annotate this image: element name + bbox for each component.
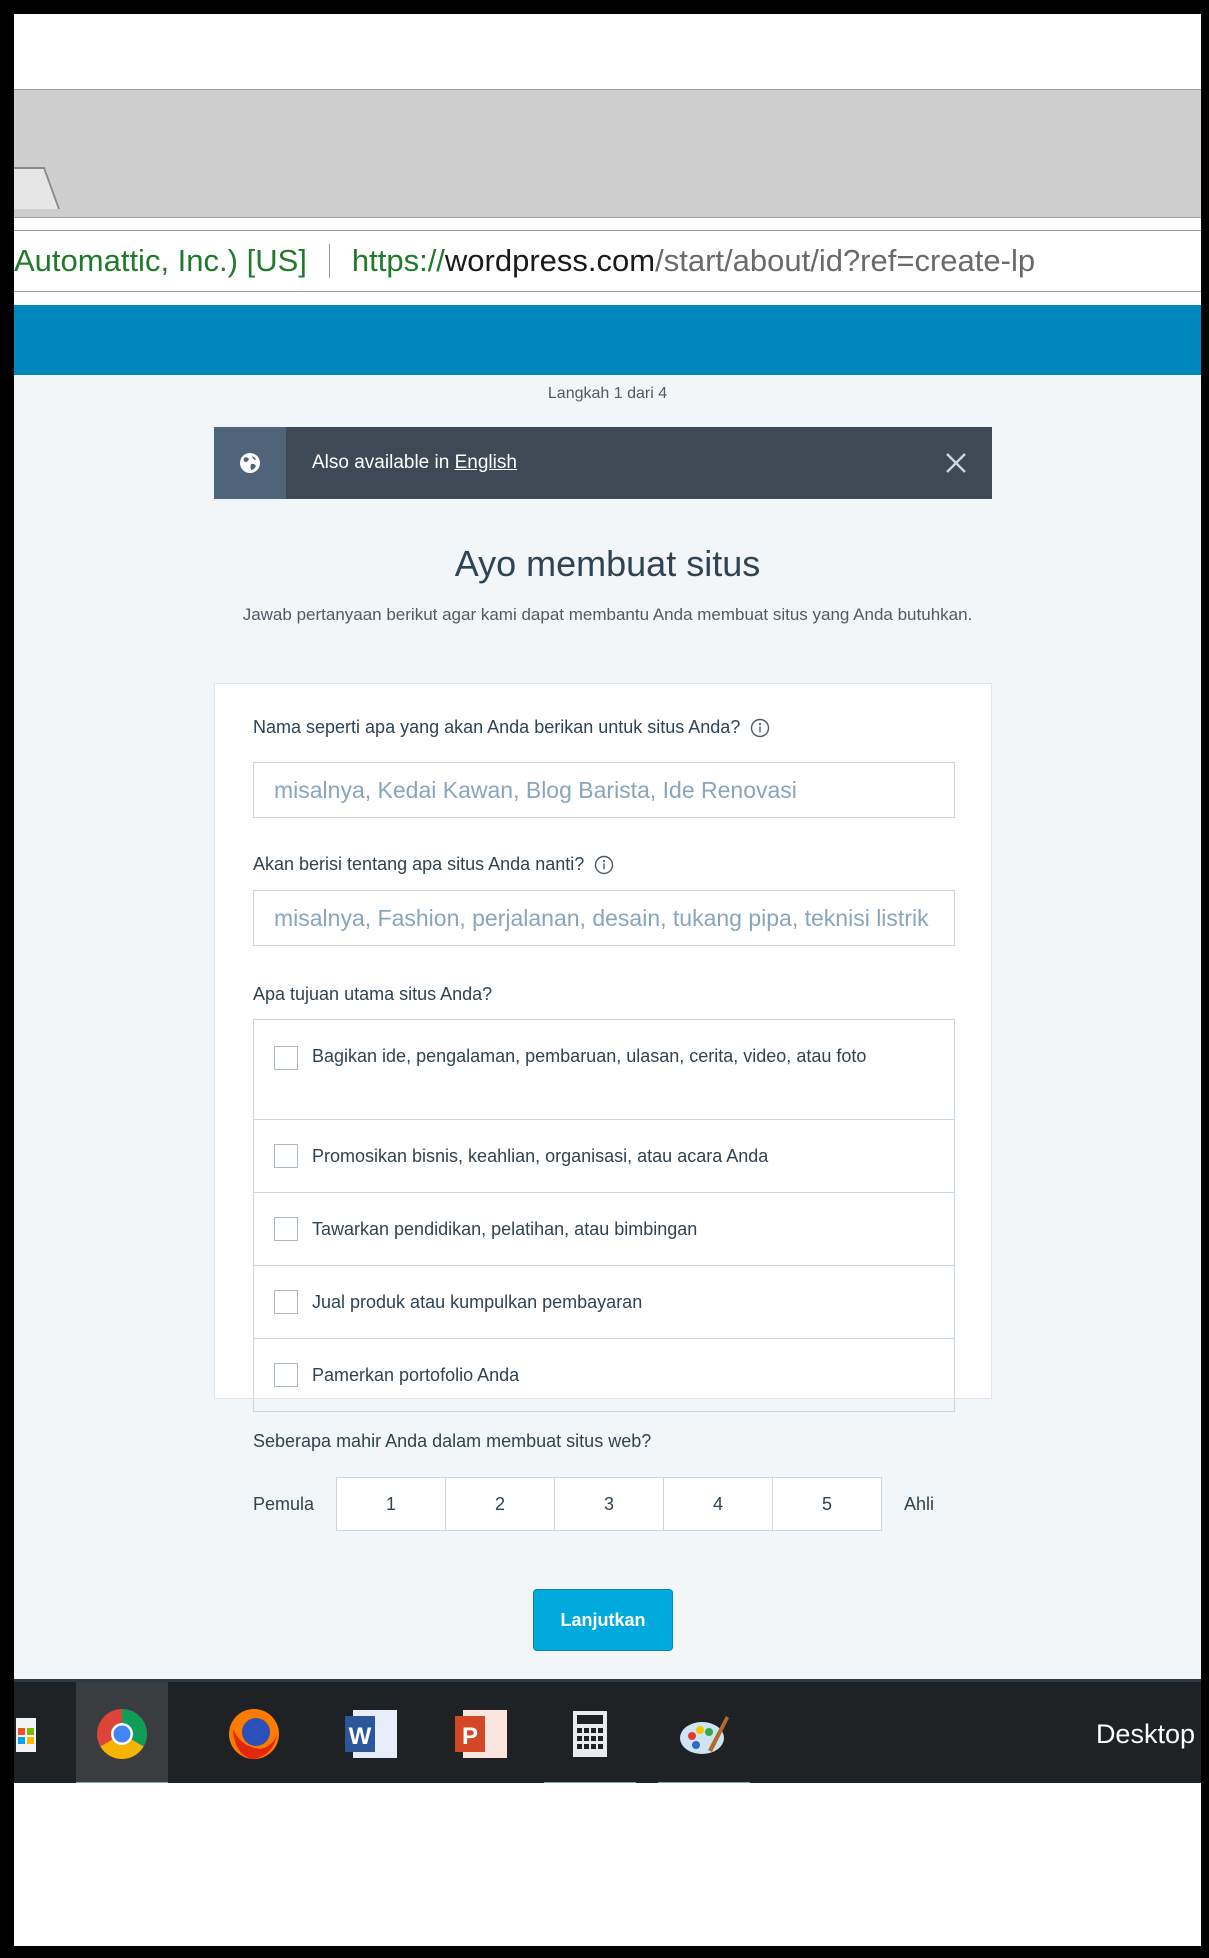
info-icon[interactable] — [594, 855, 614, 875]
checkbox[interactable] — [274, 1290, 298, 1314]
firefox-icon[interactable] — [214, 1682, 294, 1786]
goal-share[interactable]: Bagikan ide, pengalaman, pembaruan, ulas… — [254, 1020, 954, 1120]
url-scheme: https:// — [351, 243, 445, 278]
experience-scale: 1 2 3 4 5 — [336, 1477, 883, 1531]
scale-option-1[interactable]: 1 — [337, 1478, 447, 1530]
experience-scale-row: Pemula 1 2 3 4 5 Ahli — [253, 1476, 955, 1532]
store-icon[interactable] — [14, 1682, 38, 1786]
goal-educate[interactable]: Tawarkan pendidikan, pelatihan, atau bim… — [254, 1193, 954, 1266]
paint-icon[interactable] — [658, 1682, 750, 1786]
locale-notice: Also available in English — [214, 427, 992, 499]
checkbox[interactable] — [274, 1217, 298, 1241]
blank-area — [14, 1783, 1201, 1946]
url-path: /start/about/id?ref=create-lp — [655, 243, 1036, 278]
browser-tabstrip — [14, 89, 1201, 218]
address-separator — [328, 244, 330, 278]
url-text[interactable]: https://wordpress.com/start/about/id?ref… — [352, 243, 1035, 279]
goal-label: Bagikan ide, pengalaman, pembaruan, ulas… — [312, 1046, 867, 1066]
scale-low-label: Pemula — [253, 1493, 315, 1514]
scale-option-2[interactable]: 2 — [446, 1478, 556, 1530]
site-name-label-text: Nama seperti apa yang akan Anda berikan … — [253, 717, 741, 737]
scale-high-label: Ahli — [904, 1493, 935, 1514]
calculator-icon[interactable] — [544, 1682, 636, 1786]
svg-text:P: P — [462, 1723, 478, 1750]
goal-promote[interactable]: Promosikan bisnis, keahlian, organisasi,… — [254, 1120, 954, 1193]
site-name-label: Nama seperti apa yang akan Anda berikan … — [253, 717, 770, 738]
site-topic-label: Akan berisi tentang apa situs Anda nanti… — [253, 854, 614, 875]
site-topic-label-text: Akan berisi tentang apa situs Anda nanti… — [253, 854, 585, 874]
globe-icon — [214, 427, 286, 499]
experience-label: Seberapa mahir Anda dalam membuat situs … — [253, 1431, 652, 1451]
address-bar[interactable]: Automattic, Inc.) [US] https://wordpress… — [14, 230, 1201, 292]
desktop-toolbar-label[interactable]: Desktop — [1096, 1682, 1201, 1786]
checkbox[interactable] — [274, 1144, 298, 1168]
signup-page: Langkah 1 dari 4 Also available in Engli… — [14, 375, 1201, 1685]
goal-sell[interactable]: Jual produk atau kumpulkan pembayaran — [254, 1266, 954, 1339]
powerpoint-icon[interactable]: P — [442, 1682, 520, 1786]
windows-taskbar: W P Desktop — [14, 1679, 1201, 1786]
close-icon[interactable] — [920, 427, 992, 499]
step-indicator: Langkah 1 dari 4 — [547, 385, 668, 402]
page-subtitle: Jawab pertanyaan berikut agar kami dapat… — [242, 605, 973, 624]
goal-showcase[interactable]: Pamerkan portofolio Anda — [254, 1339, 954, 1411]
locale-notice-prefix: Also available in — [312, 452, 455, 473]
site-name-input[interactable] — [253, 762, 955, 818]
page-title: Ayo membuat situs — [454, 543, 761, 584]
checkbox[interactable] — [274, 1363, 298, 1387]
goal-label: Pamerkan portofolio Anda — [312, 1364, 520, 1385]
certificate-label[interactable]: Automattic, Inc.) [US] — [14, 243, 307, 279]
locale-notice-text: Also available in English — [286, 452, 920, 474]
english-link[interactable]: English — [455, 452, 517, 473]
site-goals-label: Apa tujuan utama situs Anda? — [253, 984, 493, 1004]
word-icon[interactable]: W — [332, 1682, 410, 1786]
screenshot-frame: Automattic, Inc.) [US] https://wordpress… — [14, 14, 1201, 1946]
scale-option-3[interactable]: 3 — [555, 1478, 665, 1530]
info-icon[interactable] — [750, 718, 770, 738]
chrome-icon[interactable] — [76, 1682, 168, 1786]
site-goals-list: Bagikan ide, pengalaman, pembaruan, ulas… — [253, 1019, 955, 1412]
goal-label: Jual produk atau kumpulkan pembayaran — [312, 1291, 643, 1312]
svg-text:W: W — [349, 1723, 372, 1750]
goal-label: Tawarkan pendidikan, pelatihan, atau bim… — [312, 1218, 698, 1239]
about-form-card: Nama seperti apa yang akan Anda berikan … — [214, 683, 992, 1531]
scale-option-4[interactable]: 4 — [664, 1478, 774, 1530]
continue-button[interactable]: Lanjutkan — [533, 1589, 673, 1651]
scale-option-5[interactable]: 5 — [773, 1478, 882, 1530]
site-topic-input[interactable] — [253, 890, 955, 946]
checkbox[interactable] — [274, 1046, 298, 1070]
url-host: wordpress.com — [444, 243, 656, 278]
goal-label: Promosikan bisnis, keahlian, organisasi,… — [312, 1145, 769, 1166]
wordpress-header-bar — [14, 305, 1201, 375]
